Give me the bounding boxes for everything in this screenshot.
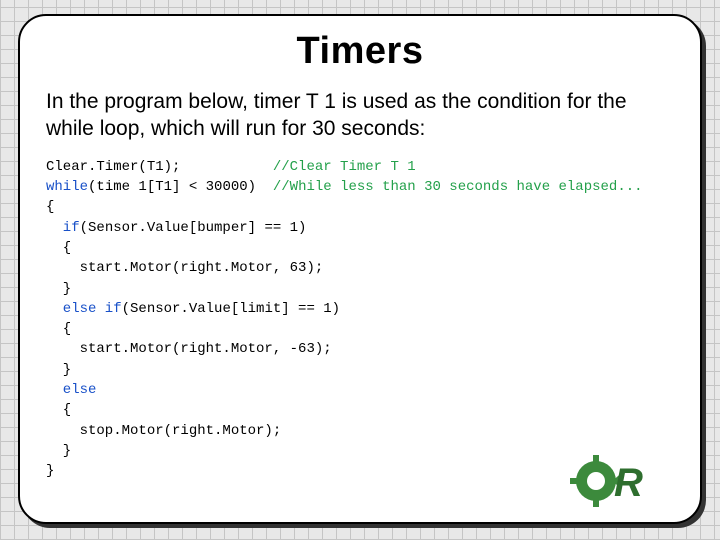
code-brace: } — [46, 281, 71, 297]
robotc-logo: R — [554, 454, 674, 508]
code-brace: } — [46, 463, 54, 479]
code-keyword-while: while — [46, 179, 88, 195]
gear-r-icon: R — [554, 454, 674, 508]
code-call: Clear.Timer(T1); — [46, 159, 180, 175]
code-call: start.Motor(right.Motor, 63); — [46, 260, 323, 276]
code-call: stop.Motor(right.Motor); — [46, 423, 281, 439]
code-keyword-if: if — [46, 220, 80, 236]
slide-title: Timers — [46, 30, 674, 73]
code-brace: { — [46, 321, 71, 337]
code-cond: (Sensor.Value[limit] == 1) — [122, 301, 340, 317]
code-brace: } — [46, 362, 71, 378]
code-comment: //Clear Timer T 1 — [273, 159, 416, 175]
code-brace: { — [46, 199, 54, 215]
svg-text:R: R — [614, 461, 643, 505]
code-call: start.Motor(right.Motor, -63); — [46, 341, 332, 357]
code-brace: { — [46, 402, 71, 418]
code-cond: (time 1[T1] < 30000) — [88, 179, 256, 195]
slide-intro-text: In the program below, timer T 1 is used … — [46, 89, 674, 143]
code-brace: } — [46, 443, 71, 459]
code-block: Clear.Timer(T1); //Clear Timer T 1 while… — [46, 157, 674, 482]
code-cond: (Sensor.Value[bumper] == 1) — [80, 220, 307, 236]
code-brace: { — [46, 240, 71, 256]
slide-frame: Timers In the program below, timer T 1 i… — [18, 14, 702, 524]
code-comment: //While less than 30 seconds have elapse… — [273, 179, 643, 195]
code-keyword-elseif: else if — [46, 301, 122, 317]
code-keyword-else: else — [46, 382, 96, 398]
